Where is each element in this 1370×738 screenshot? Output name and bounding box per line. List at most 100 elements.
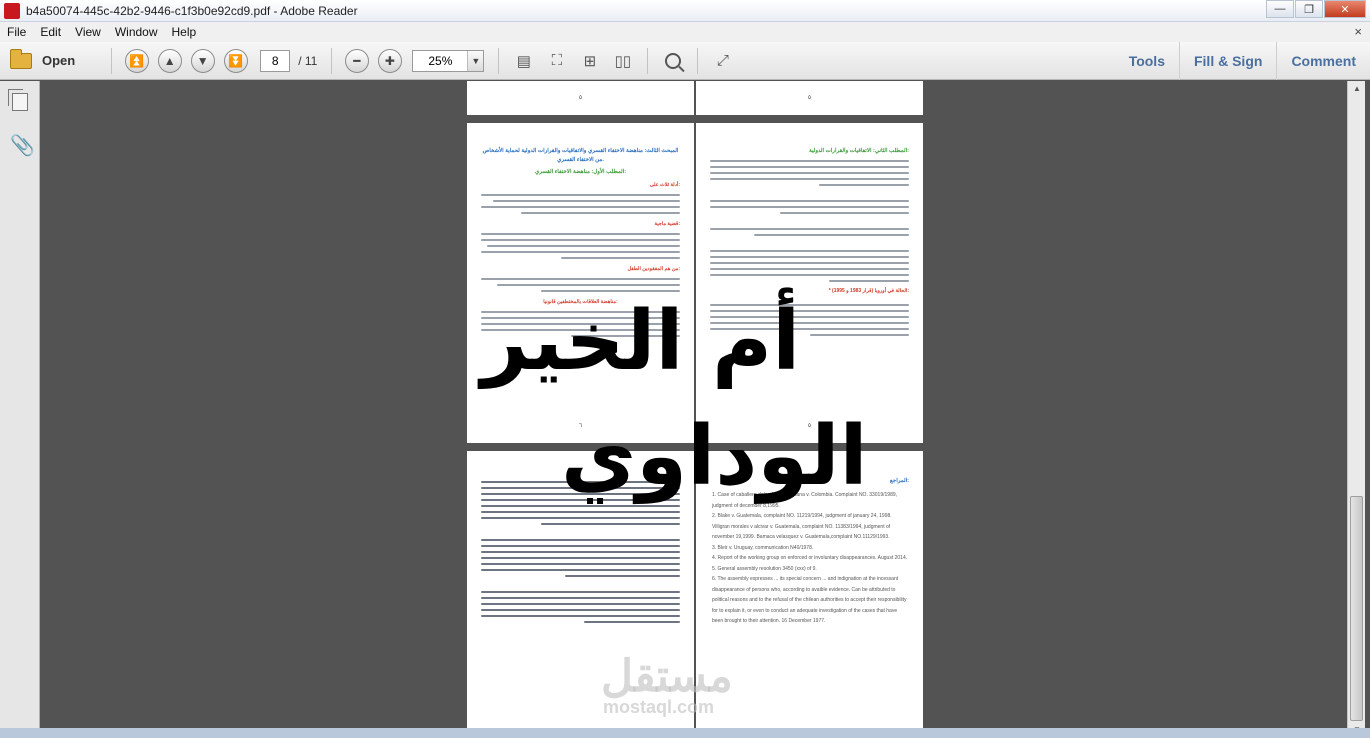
text-line [481,194,680,196]
text-line [710,228,909,230]
minimize-button[interactable]: — [1266,0,1294,18]
text-line [481,551,680,553]
text-line [481,597,680,599]
reference-item: 2. Blake v. Guatemala, complaint NO. 112… [712,513,892,540]
zoom-in-button[interactable]: ✚ [377,48,402,73]
text-line [753,234,909,236]
menu-edit[interactable]: Edit [33,25,68,39]
page-middle-right: المطلب الثاني: الاتفاقيات والقرارات الدو… [696,123,923,443]
next-page-button[interactable]: ▼ [190,48,215,73]
menu-bar: File Edit View Window Help × [0,22,1370,42]
text-line [710,160,909,162]
page-heading: المطلب الثاني: الاتفاقيات والقرارات الدو… [809,148,909,154]
fit-page-icon: ⛶ [551,52,563,69]
vertical-scrollbar[interactable]: ▲ ▼ [1347,81,1365,738]
toolbar-divider [697,47,699,74]
page-top-right: ٥ [696,81,923,115]
previous-page-button[interactable]: ▲ [157,48,182,73]
close-document-icon[interactable]: × [1354,24,1362,39]
watermark-name-line2: الوداوي [561,409,868,504]
full-screen-button[interactable]: ⤢ [710,48,736,74]
minus-icon: ━ [353,53,361,68]
window-controls: — ❐ ✕ [1265,0,1366,18]
expand-icon: ⤢ [716,52,729,69]
scroll-up-icon[interactable]: ▲ [1348,81,1366,97]
text-line [710,178,909,180]
text-line [481,563,680,565]
first-page-icon: ⏫ [129,53,145,68]
text-line [829,280,909,282]
text-line [496,284,680,286]
text-line [481,517,680,519]
attachments-icon[interactable]: 📎 [10,133,35,158]
toolbar-divider [111,47,113,74]
text-line [481,609,680,611]
zoom-select[interactable]: 25% ▼ [412,49,485,72]
text-line [492,200,680,202]
navigation-pane: 📎 [0,81,40,738]
text-line [481,505,680,507]
text-line [481,233,680,235]
text-line [809,334,909,336]
comment-link[interactable]: Comment [1276,42,1370,80]
find-button[interactable] [660,48,686,74]
task-pane-links: Tools Fill & Sign Comment [1115,42,1370,80]
text-line [481,251,680,253]
page-middle-left: المبحث الثالث: مناهضة الاختفاء القسري وا… [467,123,694,443]
scroll-thumb[interactable] [1350,496,1363,721]
arrow-up-icon: ▲ [163,53,176,68]
toolbar-divider [647,47,649,74]
document-area[interactable]: ٥ ٥ المبحث الثالث: مناهضة الاختفاء القسر… [41,81,1347,738]
text-line [710,200,909,202]
arrow-down-icon: ▼ [196,53,209,68]
menu-view[interactable]: View [68,25,108,39]
mostaql-logo-text: مستقل [601,652,733,701]
last-page-button[interactable]: ⏬ [223,48,248,73]
windows-taskbar [0,728,1370,738]
text-line [481,511,680,513]
text-line [486,245,680,247]
menu-file[interactable]: File [0,25,33,39]
first-page-button[interactable]: ⏫ [124,48,149,73]
text-line [481,591,680,593]
scroll-page-icon: ▤ [516,52,531,70]
text-line [710,256,909,258]
plus-icon: ✚ [384,53,395,68]
fit-page-button[interactable]: ⛶ [544,48,570,74]
fill-sign-link[interactable]: Fill & Sign [1178,42,1276,80]
reference-item: 4. Report of the working group on enforc… [712,555,908,561]
grid-view-icon: ⊞ [583,52,597,70]
page-total: / 11 [298,53,318,68]
text-line [481,557,680,559]
scrolling-mode-button[interactable]: ▤ [511,48,537,74]
page-top-left: ٥ [467,81,694,115]
text-line [710,274,909,276]
close-button[interactable]: ✕ [1324,0,1366,18]
section-label: قضية ماجية: [654,221,680,227]
text-line [710,206,909,208]
text-line [710,250,909,252]
text-line [564,575,680,577]
text-line [481,569,680,571]
menu-window[interactable]: Window [108,25,165,39]
text-line [584,621,680,623]
text-line [710,166,909,168]
zoom-out-button[interactable]: ━ [344,48,369,73]
page-thumbnails-icon[interactable] [8,89,28,111]
open-button[interactable]: Open [10,48,75,69]
read-mode-button[interactable]: ▯▯ [610,48,636,74]
text-line [710,268,909,270]
chevron-down-icon[interactable]: ▼ [467,50,484,71]
tools-link[interactable]: Tools [1115,42,1179,80]
text-line [540,523,680,525]
restore-button[interactable]: ❐ [1295,0,1323,18]
menu-help[interactable]: Help [165,25,204,39]
text-line [520,212,680,214]
text-line [481,603,680,605]
page-number-input[interactable]: 8 [260,49,291,72]
two-page-button[interactable]: ⊞ [577,48,603,74]
page-number: ٥ [578,95,583,101]
